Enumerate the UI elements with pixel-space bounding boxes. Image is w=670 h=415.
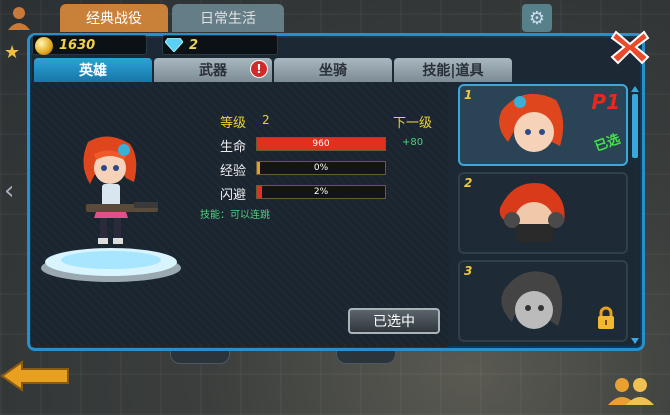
top-tab-campaign[interactable]: 经典战役 [60,4,168,32]
next-level-bonus: +80 [402,137,424,148]
coin-icon [35,37,53,55]
top-tab-daily[interactable]: 日常生活 [172,4,284,32]
hero-portrait [499,93,564,152]
hero-slot-1[interactable]: 1 P1 已选 [458,84,628,166]
slot-number: 3 [464,264,473,278]
hp-bar: 960 [256,137,386,151]
tab-bar: 英雄 武器! 坐骑 技能|道具 [34,58,512,82]
hero-slot-3[interactable]: 3 [458,260,628,342]
hero-portrait [499,183,565,242]
next-level-label: 下一级 [393,116,433,131]
dodge-bar: 2% [256,185,386,199]
level-value: 2 [262,113,270,127]
user-icon[interactable] [6,4,32,30]
gold-value: 1630 [59,37,96,53]
tab-hero[interactable]: 英雄 [34,58,152,82]
slot-number: 1 [464,88,473,102]
stat-label: 经验 [220,164,247,179]
gear-icon[interactable]: ⚙ [522,4,552,32]
tab-label: 武器 [199,63,227,79]
back-arrow-icon[interactable] [0,360,72,392]
decoration [336,350,396,364]
bar-text: 960 [312,139,330,149]
alert-icon: ! [250,60,268,78]
tab-skills-items[interactable]: 技能|道具 [394,58,512,82]
close-icon[interactable] [608,26,652,68]
stat-label: 生命 [220,140,247,155]
selected-tag: 已选 [592,131,623,155]
level-label: 等级 [220,116,247,131]
tab-weapon[interactable]: 武器! [154,58,272,82]
hero-list: 1 P1 已选 2 3 [454,82,630,347]
tab-mount[interactable]: 坐骑 [274,58,392,82]
gold-counter: 1630 [32,35,147,55]
stat-label: 闪避 [220,188,247,203]
friends-icon[interactable] [606,375,654,405]
tab-label: 技能|道具 [422,63,484,79]
hero-portrait [501,271,563,329]
star-icon: ★ [4,42,21,63]
bar-text: 0% [313,163,329,173]
bar-text: 2% [313,187,329,197]
gem-value: 2 [189,37,199,53]
tab-label: 坐骑 [319,63,347,79]
hero-slot-2[interactable]: 2 [458,172,628,254]
left-arrow-icon[interactable]: ‹ [4,176,14,206]
tab-label: 英雄 [79,63,107,79]
gem-counter: 2 [162,35,278,55]
scrollbar[interactable] [630,86,640,344]
player-tag: P1 [591,90,620,114]
lock-icon [598,306,614,329]
diamond-icon [165,38,183,52]
decoration [170,350,230,364]
slot-number: 2 [464,176,473,190]
exp-bar: 0% [256,161,386,175]
skill-description: 技能：可以连跳 [200,210,270,221]
hero-character [83,136,158,244]
selected-button[interactable]: 已选中 [348,308,440,334]
